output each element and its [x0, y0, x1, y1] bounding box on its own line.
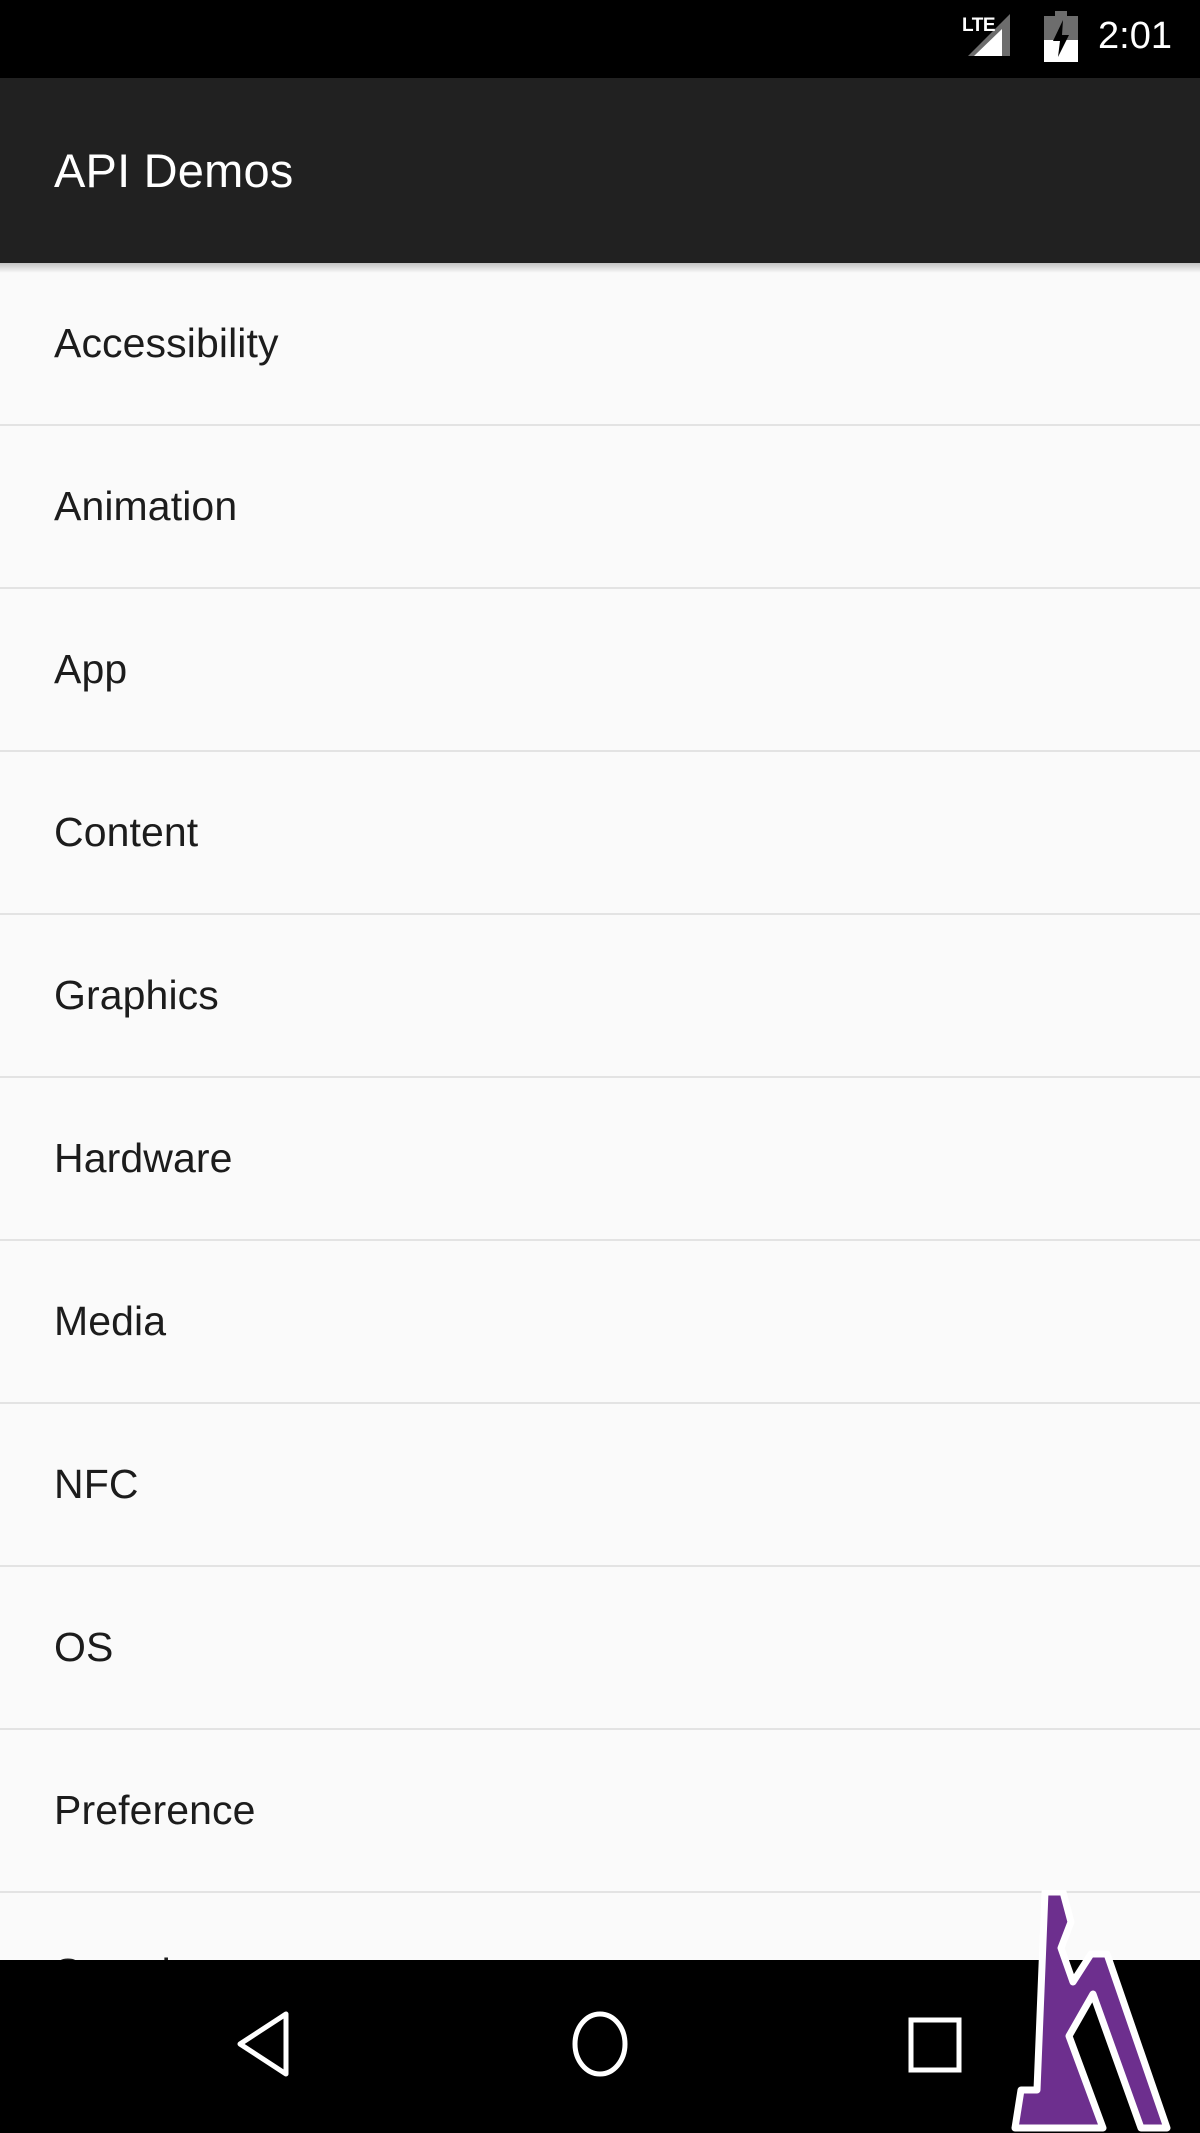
- list-item-label: Graphics: [54, 972, 219, 1018]
- back-triangle-icon: [232, 2008, 298, 2085]
- list-item[interactable]: Accessibility: [0, 263, 1200, 426]
- android-screen: LTE 2:01 API Demos Accessibility Animatio…: [0, 0, 1200, 2133]
- list-item[interactable]: NFC: [0, 1404, 1200, 1567]
- network-type-label: LTE: [962, 15, 996, 36]
- recents-button[interactable]: [880, 1992, 990, 2102]
- home-button[interactable]: [545, 1992, 655, 2102]
- list-item[interactable]: Graphics: [0, 915, 1200, 1078]
- navigation-bar: [0, 1960, 1200, 2133]
- list-item-label: Hardware: [54, 1135, 233, 1181]
- battery-charging-icon: [1041, 11, 1081, 63]
- list-item-label: Security: [54, 1950, 203, 1960]
- status-bar-icons: LTE 2:01: [962, 0, 1172, 78]
- list-item[interactable]: App: [0, 589, 1200, 752]
- list-item-label: OS: [54, 1624, 114, 1670]
- list-item[interactable]: OS: [0, 1567, 1200, 1730]
- list-item[interactable]: Security: [0, 1893, 1200, 1960]
- list-item-label: Preference: [54, 1787, 256, 1833]
- list-item[interactable]: Content: [0, 752, 1200, 915]
- recents-square-icon: [903, 2012, 967, 2081]
- list-item-label: Media: [54, 1298, 167, 1344]
- status-bar-clock: 2:01: [1098, 15, 1172, 57]
- list-item[interactable]: Preference: [0, 1730, 1200, 1893]
- list-item-label: App: [54, 646, 128, 692]
- page-title: API Demos: [54, 144, 294, 197]
- list-item[interactable]: Animation: [0, 426, 1200, 589]
- signal-cellular-icon: LTE: [962, 12, 1024, 62]
- back-button[interactable]: [210, 1992, 320, 2102]
- list-item-label: Animation: [54, 483, 238, 529]
- home-circle-icon: [565, 2006, 635, 2087]
- list-item[interactable]: Media: [0, 1241, 1200, 1404]
- list-item[interactable]: Hardware: [0, 1078, 1200, 1241]
- list-item-label: Accessibility: [54, 320, 279, 366]
- action-bar: API Demos: [0, 78, 1200, 263]
- list-item-label: NFC: [54, 1461, 139, 1507]
- status-bar: LTE 2:01: [0, 0, 1200, 78]
- demo-category-list[interactable]: Accessibility Animation App Content Graphics…: [0, 263, 1200, 1960]
- list-item-label: Content: [54, 809, 199, 855]
